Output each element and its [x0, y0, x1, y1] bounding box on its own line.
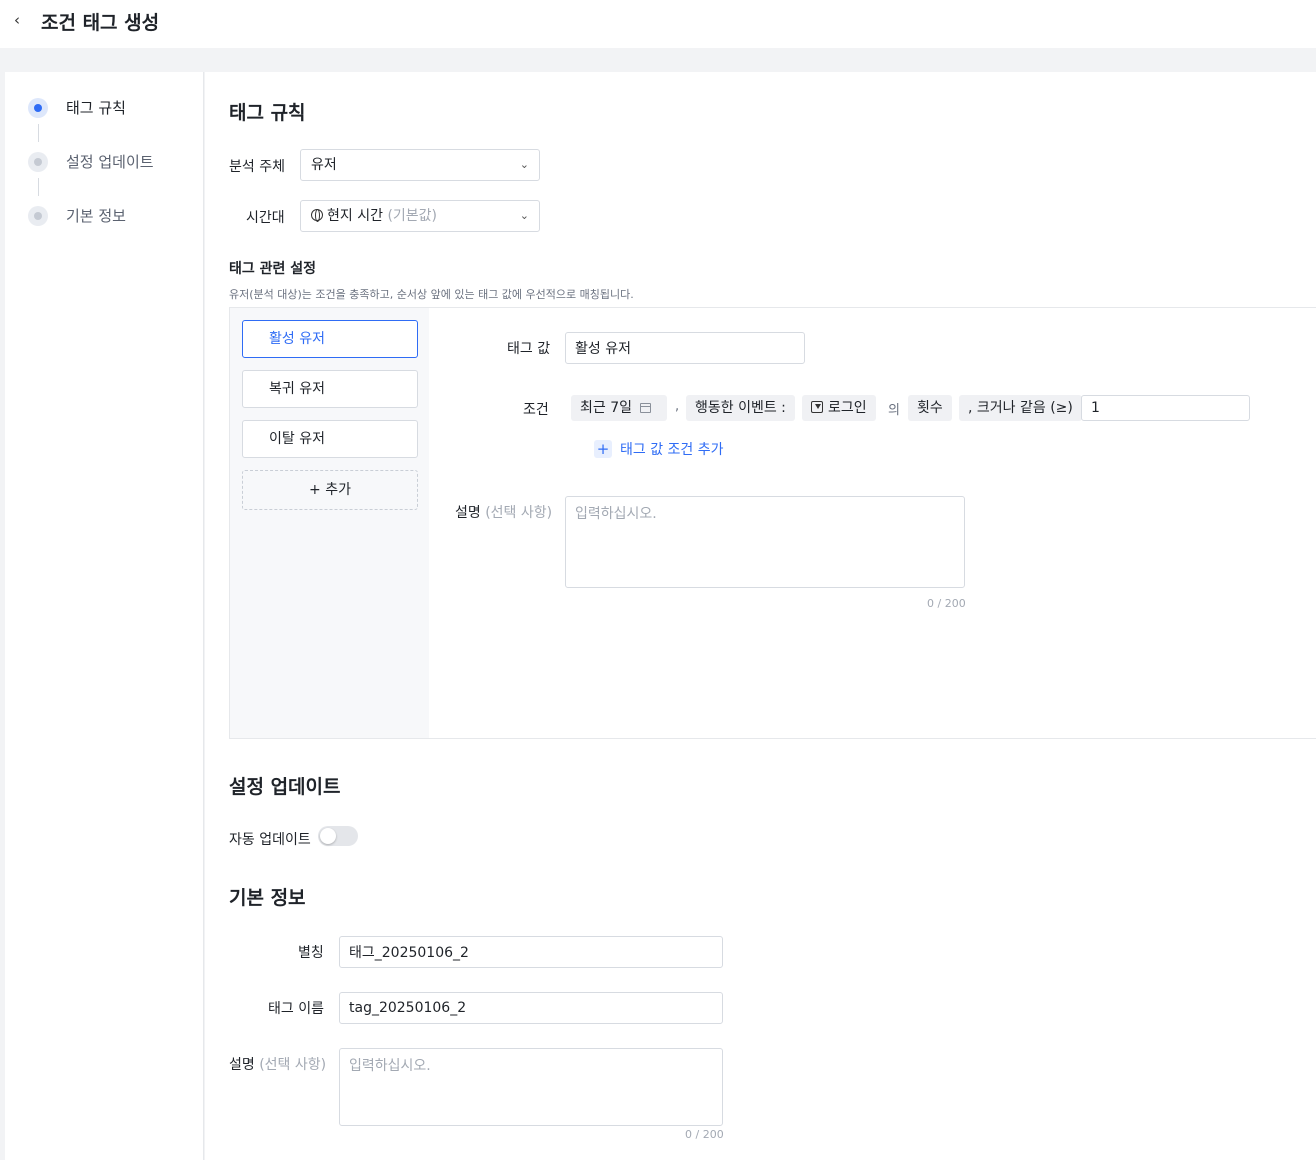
chevron-left-icon[interactable]: ‹ — [14, 11, 30, 29]
add-tag-button[interactable]: + 추가 — [242, 470, 418, 510]
tag-settings-panel: 활성 유저 복귀 유저 이탈 유저 + 추가 태그 값 조건 최근 7일 , 행… — [229, 307, 1316, 739]
step-tag-rules[interactable]: 태그 규칙 — [5, 94, 204, 120]
basic-desc-counter: 0 / 200 — [685, 1128, 724, 1141]
period-picker[interactable]: 최근 7일 — [571, 395, 667, 421]
tag-desc-counter: 0 / 200 — [927, 597, 966, 610]
tag-desc-textarea[interactable]: 입력하십시오. — [565, 496, 965, 588]
globe-icon — [311, 209, 323, 222]
period-value: 최근 7일 — [580, 400, 632, 416]
tag-value-input[interactable] — [565, 332, 805, 364]
chevron-down-icon: ⌄ — [519, 158, 529, 171]
of-text: 의 — [888, 403, 900, 418]
basic-desc-label: 설명 (선택 사항) — [229, 1057, 327, 1073]
tag-value-label: 태그 값 — [507, 341, 551, 357]
tag-name-label: 태그 이름 — [268, 1001, 324, 1017]
step-update-settings[interactable]: 설정 업데이트 — [5, 148, 204, 174]
page-title: 조건 태그 생성 — [41, 12, 160, 34]
section-title-basic-info: 기본 정보 — [229, 887, 306, 909]
condition-label: 조건 — [523, 402, 549, 418]
plus-icon: + — [594, 440, 612, 458]
event-value: 로그인 — [828, 400, 867, 416]
tag-settings-title: 태그 관련 설정 — [229, 261, 317, 277]
alias-input[interactable] — [339, 936, 723, 968]
event-type-select[interactable]: 행동한 이벤트 : — [686, 395, 795, 421]
step-dot-icon — [28, 152, 48, 172]
step-connector — [38, 178, 39, 196]
metric-select[interactable]: 횟수 — [908, 395, 952, 421]
step-label: 기본 정보 — [66, 207, 126, 225]
event-icon — [811, 401, 823, 413]
timezone-default: (기본값) — [387, 208, 438, 224]
step-basic-info[interactable]: 기본 정보 — [5, 202, 204, 228]
section-title-update-settings: 설정 업데이트 — [229, 776, 341, 798]
timezone-select[interactable]: 현지 시간 (기본값) ⌄ — [300, 200, 540, 232]
tag-item-active-user[interactable]: 활성 유저 — [242, 320, 418, 358]
tag-item-churned-user[interactable]: 이탈 유저 — [242, 420, 418, 458]
subject-label: 분석 주체 — [229, 159, 285, 175]
step-label: 설정 업데이트 — [66, 153, 154, 171]
event-select[interactable]: 로그인 — [802, 395, 876, 421]
step-dot-icon — [28, 206, 48, 226]
tag-desc-label: 설명 (선택 사항) — [455, 505, 553, 521]
top-bar: ‹ 조건 태그 생성 — [0, 0, 1316, 48]
step-connector — [38, 124, 39, 142]
add-condition-label: 태그 값 조건 추가 — [620, 442, 724, 458]
tag-value-list: 활성 유저 복귀 유저 이탈 유저 + 추가 — [230, 308, 429, 738]
chevron-down-icon: ⌄ — [519, 209, 529, 222]
alias-label: 별칭 — [298, 945, 324, 961]
comma-separator: , — [675, 399, 680, 414]
add-condition-button[interactable]: + 태그 값 조건 추가 — [594, 439, 724, 459]
subject-select[interactable]: 유저 ⌄ — [300, 149, 540, 181]
section-title-tag-rules: 태그 규칙 — [229, 102, 306, 124]
tag-item-returning-user[interactable]: 복귀 유저 — [242, 370, 418, 408]
tag-settings-desc: 유저(분석 대상)는 조건을 충족하고, 순서상 앞에 있는 태그 값에 우선적… — [229, 288, 634, 301]
basic-desc-textarea[interactable]: 입력하십시오. — [339, 1048, 723, 1126]
step-sidebar: 태그 규칙 설정 업데이트 기본 정보 — [5, 72, 204, 1160]
tag-name-input[interactable] — [339, 992, 723, 1024]
calendar-icon — [640, 403, 651, 413]
subject-value: 유저 — [311, 157, 337, 173]
timezone-label: 시간대 — [246, 210, 285, 226]
operator-select[interactable]: , 크거나 같음 (≥) — [959, 395, 1082, 421]
step-label: 태그 규칙 — [66, 99, 126, 117]
auto-update-label: 자동 업데이트 — [229, 832, 311, 848]
condition-value-input[interactable] — [1081, 395, 1250, 421]
auto-update-toggle[interactable] — [318, 826, 358, 846]
step-dot-icon — [28, 98, 48, 118]
timezone-value: 현지 시간 — [327, 208, 383, 224]
main-content: 태그 규칙 분석 주체 유저 ⌄ 시간대 현지 시간 (기본값) ⌄ 태그 관련… — [205, 72, 1316, 1160]
